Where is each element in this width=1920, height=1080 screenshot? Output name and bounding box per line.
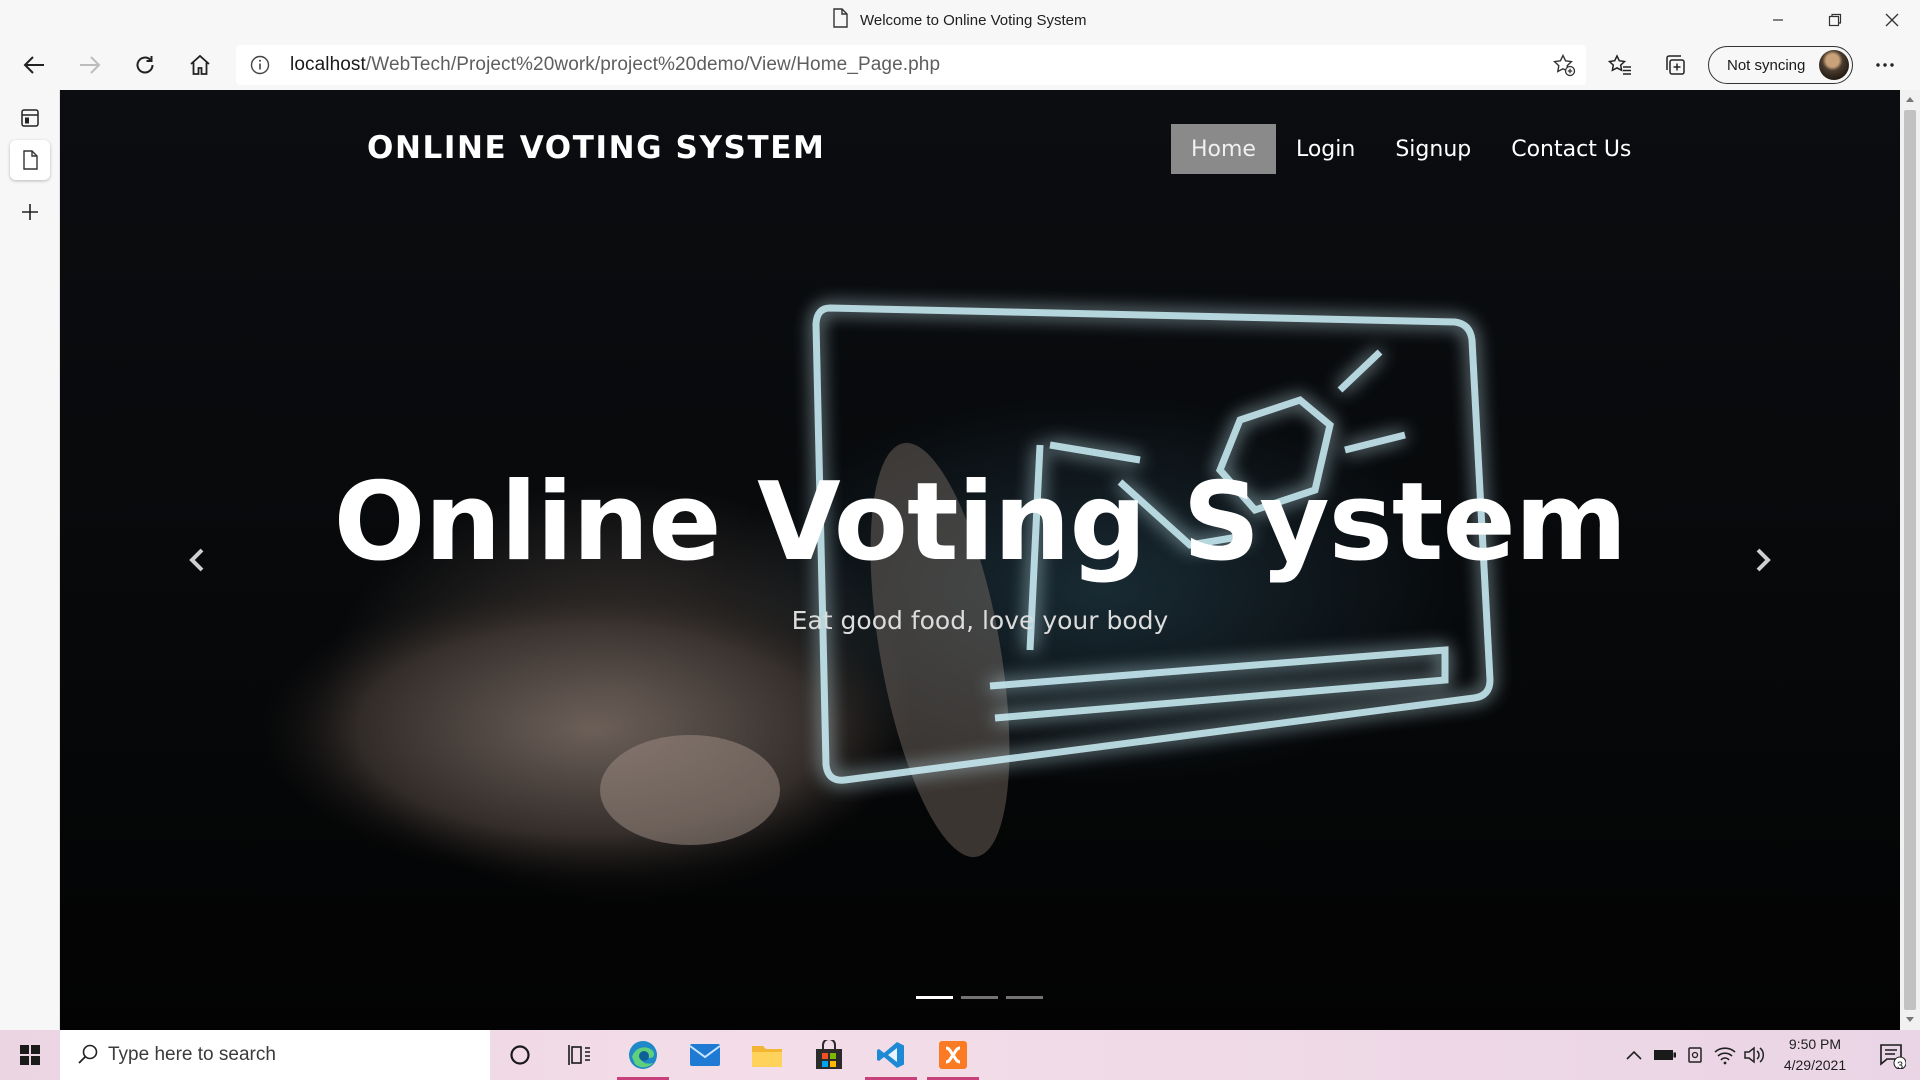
task-view-icon[interactable] (550, 1030, 610, 1080)
hero-title: Online Voting System (333, 460, 1628, 585)
carousel-prev-icon[interactable] (177, 540, 217, 580)
nav-contact-us[interactable]: Contact Us (1491, 124, 1651, 174)
carousel-indicator-1[interactable] (916, 996, 953, 999)
search-icon (78, 1044, 98, 1064)
site-nav-menu: Home Login Signup Contact Us (1171, 124, 1651, 174)
url-host: localhost (290, 54, 366, 75)
add-favorite-icon[interactable] (1552, 53, 1576, 82)
battery-icon[interactable] (1653, 1048, 1677, 1062)
nav-login[interactable]: Login (1276, 124, 1375, 174)
profile-button[interactable]: Not syncing (1708, 46, 1853, 84)
restore-button[interactable] (1806, 0, 1863, 40)
refresh-button[interactable] (125, 45, 165, 85)
site-info-icon[interactable] (250, 55, 270, 80)
notifications-icon[interactable]: 3 (1864, 1030, 1920, 1080)
show-hidden-icons-icon[interactable] (1626, 1050, 1642, 1060)
page-file-icon (832, 8, 848, 32)
page-scrollbar[interactable] (1900, 90, 1920, 1030)
title-bar: Welcome to Online Voting System (0, 0, 1920, 40)
vscode-icon[interactable] (861, 1030, 921, 1080)
start-button[interactable] (0, 1030, 60, 1080)
back-button[interactable] (14, 45, 54, 85)
tab-current-page[interactable] (10, 140, 50, 180)
profile-label: Not syncing (1727, 56, 1806, 74)
nav-home[interactable]: Home (1171, 124, 1276, 174)
vertical-tabs-sidebar (0, 90, 60, 1030)
windows-taskbar: Type here to search 9:50 PM 4/29/2021 3 (0, 1030, 1920, 1080)
close-window-button[interactable] (1863, 0, 1920, 40)
avatar (1819, 50, 1849, 80)
browser-toolbar: localhost/WebTech/Project%20work/project… (0, 40, 1920, 90)
hero-subtitle: Eat good food, love your body (791, 606, 1169, 635)
scroll-up-icon[interactable] (1905, 96, 1915, 103)
site-brand[interactable]: ONLINE VOTING SYSTEM (367, 130, 825, 166)
url-path: /WebTech/Project%20work/project%20demo/V… (365, 54, 941, 75)
url-text[interactable]: localhost/WebTech/Project%20work/project… (290, 54, 940, 76)
wifi-icon[interactable] (1714, 1045, 1736, 1065)
window-title-area: Welcome to Online Voting System (832, 8, 1087, 32)
store-icon[interactable] (799, 1030, 859, 1080)
taskbar-search-box[interactable]: Type here to search (60, 1030, 490, 1080)
window-title: Welcome to Online Voting System (860, 11, 1087, 29)
scrollbar-thumb[interactable] (1904, 110, 1916, 1010)
carousel-next-icon[interactable] (1743, 540, 1783, 580)
taskbar-clock[interactable]: 9:50 PM 4/29/2021 (1765, 1034, 1865, 1076)
minimize-button[interactable] (1749, 0, 1806, 40)
xampp-icon[interactable] (923, 1030, 983, 1080)
nav-signup[interactable]: Signup (1375, 124, 1491, 174)
carousel-indicators (916, 996, 1043, 999)
carousel-indicator-3[interactable] (1006, 996, 1043, 999)
scroll-down-icon[interactable] (1905, 1016, 1915, 1023)
favorites-icon[interactable] (1600, 45, 1640, 85)
carousel-indicator-2[interactable] (961, 996, 998, 999)
forward-button[interactable] (70, 45, 110, 85)
volume-icon[interactable] (1743, 1045, 1765, 1065)
file-explorer-icon[interactable] (737, 1030, 797, 1080)
search-placeholder: Type here to search (108, 1044, 276, 1065)
tab-actions-icon[interactable] (10, 98, 50, 138)
address-bar[interactable]: localhost/WebTech/Project%20work/project… (236, 45, 1586, 85)
collections-icon[interactable] (1655, 45, 1695, 85)
notification-count: 3 (1897, 1060, 1904, 1072)
page-viewport: ONLINE VOTING SYSTEM Home Login Signup C… (60, 90, 1900, 1030)
more-options-icon[interactable] (1865, 45, 1905, 85)
home-button[interactable] (180, 45, 220, 85)
clock-date: 4/29/2021 (1783, 1057, 1847, 1073)
new-tab-button[interactable] (10, 192, 50, 232)
edge-browser-icon[interactable] (613, 1030, 673, 1080)
cortana-icon[interactable] (490, 1030, 550, 1080)
mail-icon[interactable] (675, 1030, 735, 1080)
device-icon[interactable] (1686, 1045, 1704, 1065)
clock-time: 9:50 PM (1788, 1036, 1842, 1052)
